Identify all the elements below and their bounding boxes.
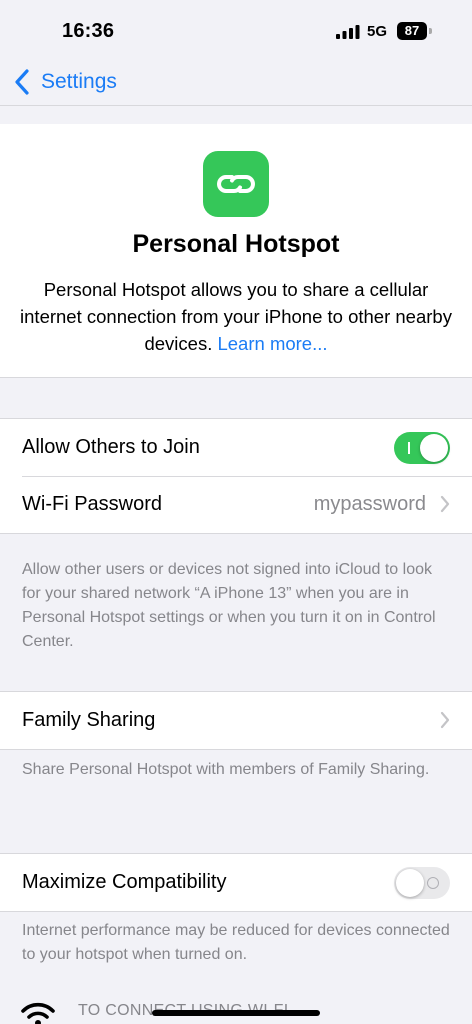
toggle-on-indicator (408, 441, 410, 454)
page-title: Personal Hotspot (132, 230, 340, 258)
battery-icon: 87 (397, 22, 427, 40)
chevron-right-icon (440, 495, 450, 513)
family-sharing-footnote: Share Personal Hotspot with members of F… (22, 761, 430, 778)
family-sharing-group: Family Sharing (0, 691, 472, 750)
hotspot-header-card: Personal Hotspot Personal Hotspot allows… (0, 124, 472, 378)
maximize-compatibility-row: Maximize Compatibility (0, 854, 472, 911)
hotspot-description: Personal Hotspot allows you to share a c… (20, 276, 452, 357)
allow-others-row: Allow Others to Join (0, 419, 472, 476)
link-icon (217, 175, 255, 193)
wifi-icon (21, 1002, 55, 1024)
status-time: 16:36 (62, 20, 115, 42)
toggle-off-indicator (427, 876, 439, 889)
allow-others-label: Allow Others to Join (22, 436, 200, 458)
maximize-compatibility-toggle[interactable] (394, 866, 450, 899)
family-sharing-label: Family Sharing (22, 709, 156, 731)
battery-level: 87 (404, 23, 420, 38)
cellular-signal-icon (336, 25, 360, 39)
battery-tip (429, 28, 432, 34)
allow-others-toggle[interactable] (394, 431, 450, 464)
chevron-right-icon (440, 711, 450, 729)
wifi-password-label: Wi-Fi Password (22, 493, 163, 515)
toggle-knob (396, 868, 424, 897)
personal-hotspot-app-icon (203, 151, 269, 217)
navigation-bar: Settings (0, 60, 472, 106)
back-button[interactable]: Settings (14, 68, 117, 96)
hotspot-settings-group: Allow Others to Join Wi-Fi Password mypa… (0, 418, 472, 534)
toggle-knob (420, 433, 448, 462)
home-indicator[interactable] (152, 1010, 320, 1016)
compatibility-group: Maximize Compatibility (0, 853, 472, 912)
network-type: 5G (367, 23, 388, 40)
maximize-compatibility-label: Maximize Compatibility (22, 871, 227, 893)
wifi-password-value: mypassword (313, 493, 426, 515)
learn-more-link[interactable]: Learn more... (217, 333, 327, 354)
compatibility-footnote: Internet performance may be reduced for … (22, 922, 450, 963)
chevron-left-icon (15, 69, 29, 95)
back-button-label: Settings (41, 70, 117, 93)
family-sharing-row[interactable]: Family Sharing (0, 692, 472, 749)
status-bar: 16:36 5G 87 (0, 0, 472, 60)
allow-others-footnote: Allow other users or devices not signed … (22, 561, 436, 650)
wifi-password-row[interactable]: Wi-Fi Password mypassword (0, 476, 472, 533)
